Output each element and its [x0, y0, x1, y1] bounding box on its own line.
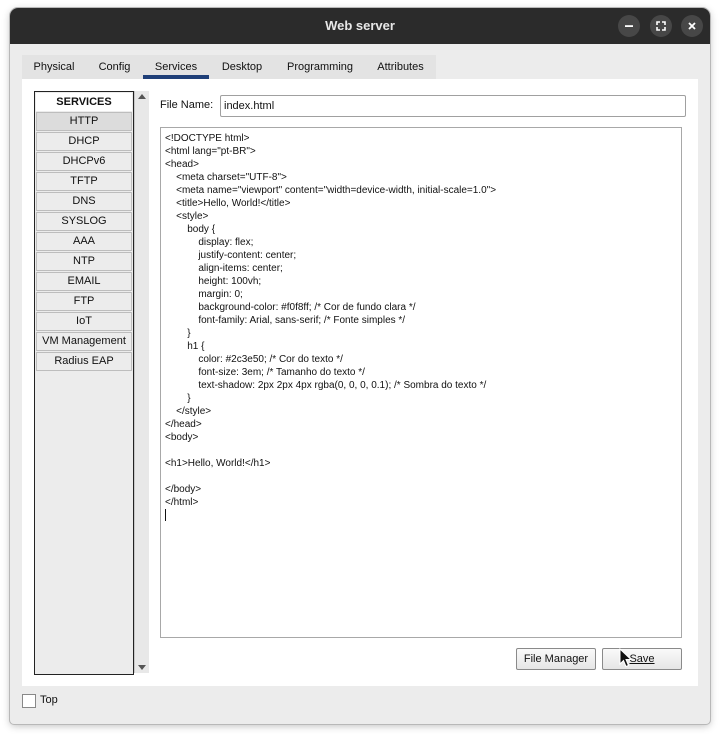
code-line: display: flex; — [165, 237, 254, 248]
window-title: Web server — [325, 18, 395, 33]
service-tftp[interactable]: TFTP — [36, 172, 132, 191]
services-list: SERVICES HTTP DHCP DHCPv6 TFTP DNS SYSLO… — [34, 91, 134, 675]
file-name-label: File Name: — [160, 99, 214, 111]
code-line: </head> — [165, 419, 202, 430]
minimize-button[interactable] — [618, 15, 640, 37]
code-line: <title>Hello, World!</title> — [165, 198, 291, 209]
save-button[interactable]: Save — [602, 648, 682, 670]
service-http[interactable]: HTTP — [36, 112, 132, 131]
code-line: <meta charset="UTF-8"> — [165, 172, 287, 183]
service-radius-eap[interactable]: Radius EAP — [36, 352, 132, 371]
code-line: <meta name="viewport" content="width=dev… — [165, 185, 497, 196]
tab-bar: Physical Config Services Desktop Program… — [22, 55, 436, 79]
services-header: SERVICES — [36, 93, 132, 111]
code-line: } — [165, 393, 191, 404]
scroll-down-icon[interactable] — [138, 665, 146, 670]
code-line: <style> — [165, 211, 209, 222]
tab-services[interactable]: Services — [143, 55, 209, 79]
minimize-icon — [625, 25, 633, 27]
code-line: } — [165, 328, 191, 339]
service-dns[interactable]: DNS — [36, 192, 132, 211]
service-dhcpv6[interactable]: DHCPv6 — [36, 152, 132, 171]
file-manager-button[interactable]: File Manager — [516, 648, 596, 670]
tab-physical[interactable]: Physical — [22, 55, 86, 79]
service-ntp[interactable]: NTP — [36, 252, 132, 271]
save-button-label: Save — [629, 653, 655, 665]
service-ftp[interactable]: FTP — [36, 292, 132, 311]
scroll-up-icon[interactable] — [138, 94, 146, 99]
service-email[interactable]: EMAIL — [36, 272, 132, 291]
maximize-icon — [656, 21, 666, 31]
tab-config[interactable]: Config — [86, 55, 143, 79]
code-line: h1 { — [165, 341, 205, 352]
maximize-button[interactable] — [650, 15, 672, 37]
service-dhcp[interactable]: DHCP — [36, 132, 132, 151]
file-name-input[interactable] — [220, 95, 686, 117]
service-syslog[interactable]: SYSLOG — [36, 212, 132, 231]
service-iot[interactable]: IoT — [36, 312, 132, 331]
title-bar[interactable]: Web server — [10, 8, 710, 44]
code-line: margin: 0; — [165, 289, 243, 300]
tab-programming[interactable]: Programming — [275, 55, 365, 79]
code-line: <html lang="pt-BR"> — [165, 146, 256, 157]
code-line: color: #2c3e50; /* Cor do texto */ — [165, 354, 343, 365]
code-line: text-shadow: 2px 2px 4px rgba(0, 0, 0, 0… — [165, 380, 487, 391]
tab-attributes[interactable]: Attributes — [365, 55, 436, 79]
code-line: <!DOCTYPE html> — [165, 133, 250, 144]
code-line: font-size: 3em; /* Tamanho do texto */ — [165, 367, 365, 378]
code-line: <head> — [165, 159, 199, 170]
services-panel: SERVICES HTTP DHCP DHCPv6 TFTP DNS SYSLO… — [22, 79, 698, 686]
close-button[interactable] — [681, 15, 703, 37]
code-line: <body> — [165, 432, 199, 443]
service-aaa[interactable]: AAA — [36, 232, 132, 251]
text-caret — [165, 509, 166, 521]
text-caret-line — [165, 509, 681, 522]
code-line: </style> — [165, 406, 212, 417]
top-checkbox[interactable] — [22, 694, 36, 708]
code-line: </html> — [165, 497, 199, 508]
top-label: Top — [40, 694, 58, 706]
services-scrollbar[interactable] — [134, 91, 149, 673]
web-server-window: Web server Physical Config Services Desk… — [10, 8, 710, 724]
mouse-pointer-icon — [619, 648, 633, 668]
code-line: height: 100vh; — [165, 276, 262, 287]
close-icon — [688, 22, 696, 30]
html-code-editor[interactable]: <!DOCTYPE html> <html lang="pt-BR"> <head>… — [160, 127, 682, 638]
tab-desktop[interactable]: Desktop — [209, 55, 275, 79]
code-line: font-family: Arial, sans-serif; /* Fonte… — [165, 315, 406, 326]
code-line: body { — [165, 224, 216, 235]
code-line: justify-content: center; — [165, 250, 297, 261]
code-line: background-color: #f0f8ff; /* Cor de fun… — [165, 302, 416, 313]
code-line: <h1>Hello, World!</h1> — [165, 458, 271, 469]
code-line: align-items: center; — [165, 263, 283, 274]
code-line: </body> — [165, 484, 202, 495]
service-vm-management[interactable]: VM Management — [36, 332, 132, 351]
